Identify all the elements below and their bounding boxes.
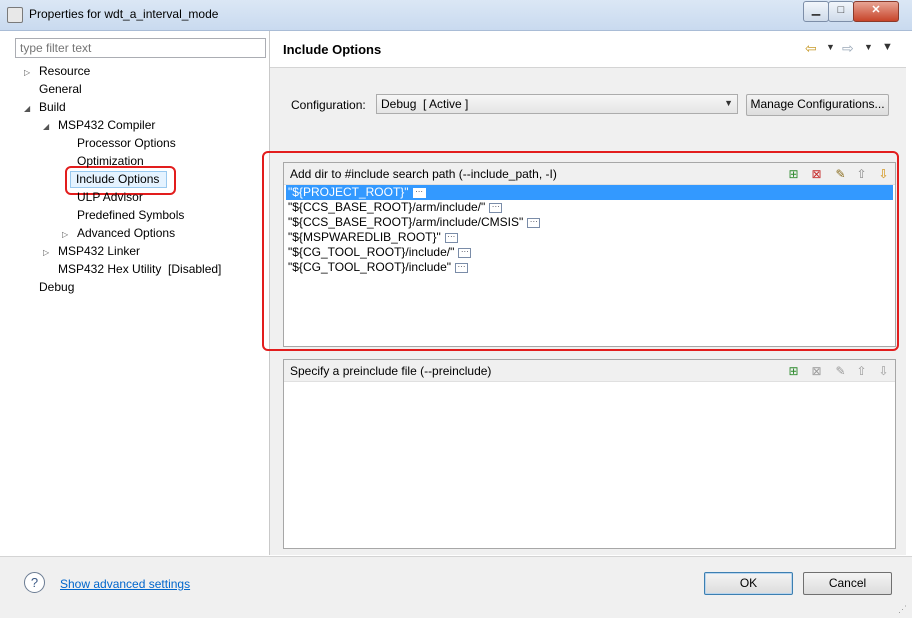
- tree-item-label: Build: [39, 100, 66, 114]
- show-advanced-settings-link[interactable]: Show advanced settings: [60, 577, 190, 591]
- view-menu-icon[interactable]: ▼: [882, 41, 893, 53]
- tree-item-msp432-hex-utility[interactable]: MSP432 Hex Utility [Disabled]: [58, 262, 221, 276]
- tree-item-debug[interactable]: Debug: [39, 280, 74, 294]
- tree-item-resource[interactable]: ▷ Resource: [24, 64, 90, 78]
- tree-item-advanced-options[interactable]: ▷ Advanced Options: [62, 226, 175, 240]
- tree-item-label: MSP432 Compiler: [58, 118, 156, 132]
- collapse-icon[interactable]: ◢: [24, 104, 30, 113]
- tree-item-include-options[interactable]: Include Options: [76, 172, 159, 186]
- annotation-highlight: [262, 151, 899, 351]
- tree-item-msp432-compiler[interactable]: ◢ MSP432 Compiler: [43, 118, 155, 132]
- collapse-icon[interactable]: ◢: [43, 122, 49, 131]
- tree-item-msp432-linker[interactable]: ▷ MSP432 Linker: [43, 244, 140, 258]
- expand-icon[interactable]: ▷: [43, 248, 49, 257]
- minimize-button[interactable]: ▁: [803, 1, 829, 22]
- tree-item-general[interactable]: General: [39, 82, 82, 96]
- delete-icon[interactable]: ⊠: [809, 364, 824, 378]
- filter-input[interactable]: [15, 38, 266, 58]
- page-title: Include Options: [283, 42, 382, 57]
- dropdown-icon[interactable]: ▼: [826, 42, 835, 52]
- tree-item-label: Advanced Options: [77, 226, 176, 240]
- tree-item-processor-options[interactable]: Processor Options: [77, 136, 176, 150]
- preinclude-header: Specify a preinclude file (--preinclude): [284, 360, 895, 382]
- tree-item-optimization[interactable]: Optimization: [77, 154, 144, 168]
- dropdown-icon[interactable]: ▼: [864, 42, 873, 52]
- window-title: Properties for wdt_a_interval_mode: [29, 7, 219, 21]
- preinclude-title: Specify a preinclude file (--preinclude): [290, 364, 492, 378]
- tree-item-label: Resource: [39, 64, 91, 78]
- chevron-down-icon: ▼: [724, 98, 733, 108]
- configuration-select[interactable]: Debug [ Active ] ▼: [376, 94, 738, 114]
- maximize-button[interactable]: □: [828, 1, 854, 22]
- move-down-icon[interactable]: ⇩: [876, 364, 891, 378]
- tree-item-predefined-symbols[interactable]: Predefined Symbols: [77, 208, 184, 222]
- edit-icon[interactable]: ✎: [833, 364, 848, 378]
- add-icon[interactable]: ⊞: [786, 364, 801, 378]
- cancel-button[interactable]: Cancel: [803, 572, 892, 595]
- tree-item-build[interactable]: ◢ Build: [24, 100, 66, 114]
- expand-icon[interactable]: ▷: [62, 230, 68, 239]
- tree-item-ulp-advisor[interactable]: ULP Advisor: [77, 190, 143, 204]
- app-icon: [7, 7, 23, 23]
- configuration-label: Configuration:: [291, 98, 366, 112]
- tree-item-label: MSP432 Linker: [58, 244, 141, 258]
- back-arrow-icon[interactable]: ⇦: [805, 40, 817, 57]
- ok-button[interactable]: OK: [704, 572, 793, 595]
- expand-icon[interactable]: ▷: [24, 68, 30, 77]
- move-up-icon[interactable]: ⇧: [854, 364, 869, 378]
- close-button[interactable]: ✕: [853, 1, 899, 22]
- resize-grip-icon[interactable]: ⋰: [898, 604, 907, 615]
- preinclude-panel: Specify a preinclude file (--preinclude)…: [283, 359, 896, 549]
- help-icon[interactable]: ?: [24, 572, 45, 593]
- configuration-value: Debug [ Active ]: [381, 97, 469, 111]
- manage-configurations-button[interactable]: Manage Configurations...: [746, 94, 889, 116]
- forward-arrow-icon[interactable]: ⇨: [842, 40, 854, 57]
